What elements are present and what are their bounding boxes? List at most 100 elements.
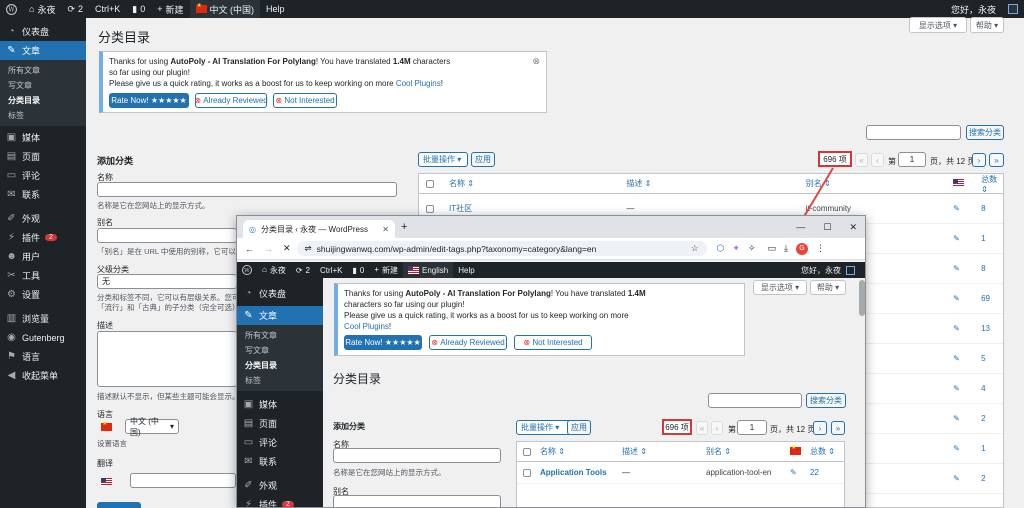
last-page-button[interactable]: » — [989, 153, 1004, 167]
not-interested-button[interactable]: ⊗ Not Interested — [273, 93, 337, 108]
cool-plugins-link[interactable]: Cool Plugins — [396, 79, 441, 88]
search-categories-input[interactable] — [866, 125, 961, 140]
row-name-link[interactable]: IT社区 — [449, 203, 626, 214]
edit-translation-pencil-icon[interactable]: ✎ — [953, 264, 981, 273]
inner-command-shortcut[interactable]: Ctrl+K — [315, 266, 347, 275]
submenu-all-posts[interactable]: 所有文章 — [0, 63, 86, 78]
dismiss-notice-icon[interactable]: ⊗ — [532, 56, 540, 67]
bulk-actions-select[interactable]: 批量操作 ▾ — [418, 152, 468, 167]
inner-sidebar-item-media[interactable]: ▣ 媒体 — [237, 395, 323, 414]
col-slug-sort[interactable]: 别名 ⇕ — [806, 178, 953, 189]
first-page-button[interactable]: « — [855, 153, 868, 167]
browser-tab[interactable]: ◎ 分类目录 ‹ 永夜 — WordPress ✕ — [243, 220, 395, 238]
help-link[interactable]: Help — [260, 0, 291, 18]
inner-already-reviewed-button[interactable]: ⊗ Already Reviewed — [429, 335, 507, 350]
inner-search-button[interactable]: 搜索分类 — [806, 393, 846, 408]
inner-language-switcher[interactable]: English — [402, 262, 454, 278]
next-page-button[interactable]: › — [972, 153, 986, 167]
sidebar-item-languages[interactable]: ⚑ 语言 — [0, 347, 86, 366]
inner-site-name-link[interactable]: ⌂ 永夜 — [257, 265, 291, 276]
extension-icon[interactable]: ⬡ — [717, 243, 725, 254]
inner-scrollbar[interactable] — [857, 278, 865, 507]
inner-screen-options-button[interactable]: 显示选项 ▾ — [753, 280, 807, 295]
sidebar-item-appearance[interactable]: ✐ 外观 — [0, 209, 86, 228]
inner-select-all-checkbox[interactable] — [523, 447, 531, 456]
user-greeting[interactable]: 您好，永夜 — [945, 0, 1002, 18]
stop-loading-icon[interactable]: ✕ — [283, 243, 291, 254]
submenu-write-post[interactable]: 写文章 — [0, 78, 86, 93]
col-count-sort[interactable]: 总数 ⇕ — [981, 174, 1003, 194]
row-count-link[interactable]: 13 — [981, 324, 1003, 333]
edit-translation-pencil-icon[interactable]: ✎ — [953, 384, 981, 393]
apply-button[interactable]: 应用 — [471, 152, 495, 167]
inner-sidebar-item-plugins[interactable]: ⚡ 插件 2 — [237, 495, 323, 507]
category-slug-input[interactable] — [97, 228, 237, 243]
col-desc-sort[interactable]: 描述 ⇕ — [626, 178, 805, 189]
cast-icon[interactable]: ▭ — [768, 243, 777, 254]
edit-translation-pencil-icon[interactable]: ✎ — [953, 234, 981, 243]
translation-input[interactable] — [130, 473, 236, 488]
row-count-link[interactable]: 69 — [981, 294, 1003, 303]
edit-translation-pencil-icon[interactable]: ✎ — [953, 324, 981, 333]
inner-sidebar-item-comments[interactable]: ▭ 评论 — [237, 433, 323, 452]
inner-help-button[interactable]: 帮助 ▾ — [810, 280, 846, 295]
inner-sidebar-item-dashboard[interactable]: ◔ 仪表盘 — [237, 284, 323, 303]
address-bar[interactable]: ⇌ shuijingwanwq.com/wp-admin/edit-tags.p… — [296, 241, 707, 256]
inner-new-content-link[interactable]: + 新建 — [369, 265, 403, 276]
edit-translation-pencil-icon[interactable]: ✎ — [953, 294, 981, 303]
current-page-input[interactable]: 1 — [898, 152, 926, 167]
inner-wordpress-logo-icon[interactable]: W — [237, 265, 257, 275]
wordpress-logo-icon[interactable]: W — [0, 0, 23, 18]
inner-sidebar-item-appearance[interactable]: ✐ 外观 — [237, 476, 323, 495]
scrollbar-thumb[interactable] — [859, 280, 865, 316]
row-count-link[interactable]: 1 — [981, 444, 1003, 453]
sidebar-item-media[interactable]: ▣ 媒体 — [0, 128, 86, 147]
sidebar-item-dashboard[interactable]: ◔ 仪表盘 — [0, 22, 86, 41]
inner-sidebar-item-contact[interactable]: ✉ 联系 — [237, 452, 323, 471]
search-categories-button[interactable]: 搜索分类 — [966, 125, 1004, 140]
sidebar-item-contact[interactable]: ✉ 联系 — [0, 185, 86, 204]
inner-rate-now-button[interactable]: Rate Now! ★★★★★ — [344, 335, 422, 350]
edit-translation-pencil-icon[interactable]: ✎ — [953, 474, 981, 483]
menu-kebab-icon[interactable]: ⋮ — [816, 243, 825, 254]
row-count-link[interactable]: 5 — [981, 354, 1003, 363]
already-reviewed-button[interactable]: ⊗ Already Reviewed — [194, 93, 268, 108]
sidebar-item-tools[interactable]: ✂ 工具 — [0, 266, 86, 285]
profile-avatar[interactable]: G — [796, 242, 808, 255]
inner-comments-link[interactable]: ▮ 0 — [347, 266, 369, 275]
sidebar-item-settings[interactable]: ⚙ 设置 — [0, 285, 86, 304]
sidebar-item-pages[interactable]: ▤ 页面 — [0, 147, 86, 166]
screen-options-button[interactable]: 显示选项 ▾ — [909, 17, 967, 33]
parent-category-select[interactable]: 无 — [97, 274, 237, 289]
edit-translation-pencil-icon[interactable]: ✎ — [790, 468, 810, 477]
edit-translation-pencil-icon[interactable]: ✎ — [953, 414, 981, 423]
inner-category-slug-input[interactable] — [333, 495, 501, 507]
prev-page-button[interactable]: ‹ — [871, 153, 884, 167]
close-tab-icon[interactable]: ✕ — [382, 225, 389, 234]
downloads-icon[interactable]: ⤓ — [784, 243, 788, 254]
minimize-window-icon[interactable]: — — [796, 222, 805, 233]
col-name-sort[interactable]: 名称 ⇕ — [449, 178, 626, 189]
select-all-checkbox[interactable] — [426, 179, 434, 188]
category-description-textarea[interactable] — [97, 331, 237, 387]
edit-translation-pencil-icon[interactable]: ✎ — [953, 204, 981, 213]
inner-next-page-button[interactable]: › — [813, 421, 827, 435]
sidebar-item-posts[interactable]: ✎ 文章 — [0, 41, 86, 60]
inner-help-link[interactable]: Help — [453, 266, 479, 275]
inner-first-page-button[interactable]: « — [696, 421, 708, 435]
comments-link[interactable]: ▮ 0 — [126, 0, 151, 18]
inner-current-page-input[interactable]: 1 — [737, 420, 767, 435]
row-count-link[interactable]: 1 — [981, 234, 1003, 243]
add-category-submit-button[interactable] — [97, 502, 141, 508]
row-checkbox[interactable] — [523, 468, 531, 477]
back-icon[interactable]: ← — [245, 244, 254, 254]
site-name-link[interactable]: ⌂ 永夜 — [23, 0, 61, 18]
bookmark-star-icon[interactable]: ☆ — [691, 243, 699, 254]
maximize-window-icon[interactable]: ☐ — [823, 222, 831, 233]
sidebar-item-gutenberg[interactable]: ◉ Gutenberg — [0, 328, 86, 347]
rate-now-button[interactable]: Rate Now! ★★★★★ — [109, 93, 189, 108]
inner-user-greeting[interactable]: 您好，永夜 — [801, 265, 841, 276]
submenu-categories[interactable]: 分类目录 — [0, 93, 86, 108]
ai-extension-icon[interactable]: ✦ — [732, 243, 740, 254]
inner-not-interested-button[interactable]: ⊗ Not Interested — [514, 335, 592, 350]
